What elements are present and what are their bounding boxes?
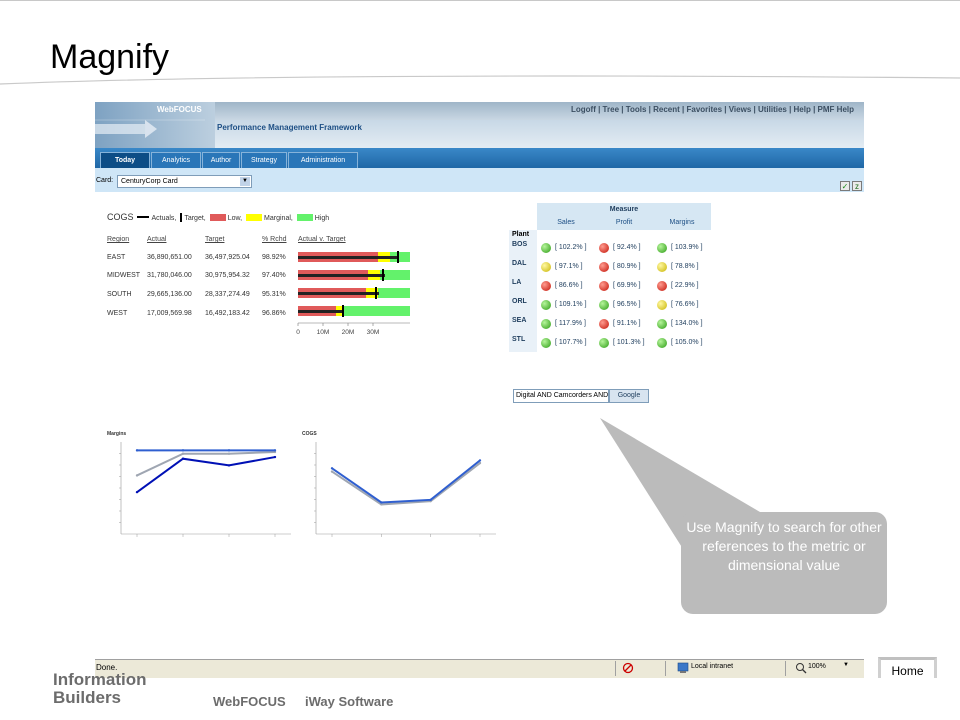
footer-iway[interactable]: iWay Software bbox=[305, 694, 393, 709]
callout-note: Use Magnify to search for other referenc… bbox=[681, 512, 887, 614]
information-builders-logo: Information Builders bbox=[53, 671, 147, 707]
logo-line2: Builders bbox=[53, 688, 122, 707]
slide: Magnify WebFOCUS Logoff | Tree | Tools |… bbox=[0, 0, 960, 720]
logo-line1: Information bbox=[53, 670, 147, 689]
footer-webfocus[interactable]: WebFOCUS bbox=[213, 694, 286, 709]
